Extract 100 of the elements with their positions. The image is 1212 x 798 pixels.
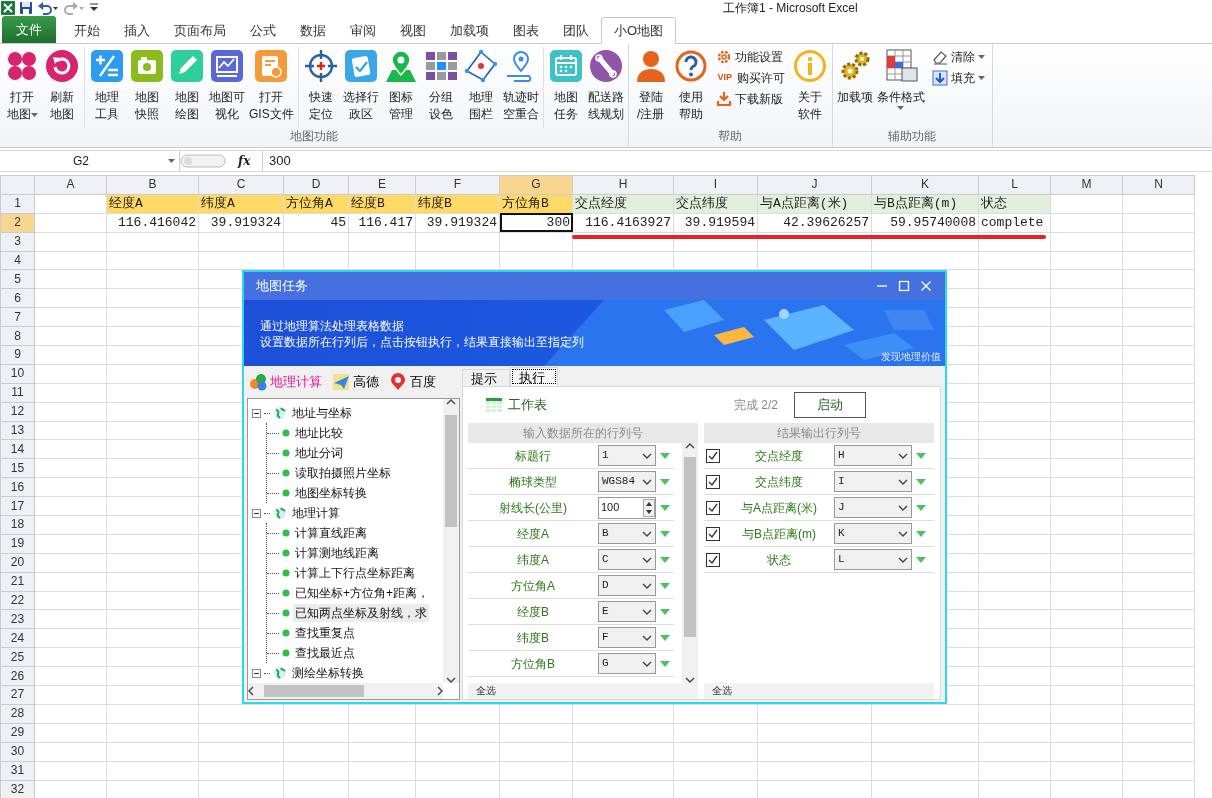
dropdown[interactable]: H bbox=[834, 445, 912, 466]
dropdown[interactable]: K bbox=[834, 523, 912, 544]
collapse-icon[interactable] bbox=[252, 668, 261, 678]
dropdown[interactable]: C bbox=[598, 549, 656, 570]
ribbon-tab[interactable]: 页面布局 bbox=[162, 19, 238, 43]
vertical-scrollbar[interactable] bbox=[682, 443, 698, 683]
ribbon-button[interactable]: 地图可 视化 bbox=[207, 47, 247, 125]
ribbon-button[interactable]: 分组 设色 bbox=[420, 47, 461, 125]
start-button[interactable]: 启动 bbox=[794, 392, 866, 418]
ribbon-button[interactable]: 地图 快照 bbox=[127, 47, 167, 125]
column-header[interactable]: M bbox=[1050, 175, 1123, 195]
function-button[interactable]: fx bbox=[238, 152, 254, 170]
tree-node[interactable]: 地址与坐标 bbox=[290, 404, 354, 422]
dropdown[interactable]: D bbox=[598, 575, 656, 596]
ribbon-button[interactable]: 打开 地图 bbox=[2, 47, 42, 125]
ribbon-button[interactable]: 打开 GIS文件 bbox=[247, 47, 296, 125]
ribbon-tab[interactable]: 图表 bbox=[501, 19, 551, 43]
ribbon-button[interactable]: 轨迹时 空重合 bbox=[500, 47, 541, 125]
checkbox[interactable] bbox=[706, 526, 720, 541]
ribbon-button[interactable]: 配送路 线规划 bbox=[585, 47, 626, 125]
dropdown[interactable]: F bbox=[598, 627, 656, 648]
horizontal-scrollbar[interactable] bbox=[248, 683, 443, 699]
ribbon-small-button[interactable]: VIP 购买许可 bbox=[713, 69, 787, 87]
table-cell[interactable]: 39.919594 bbox=[673, 213, 758, 233]
table-cell[interactable]: complete bbox=[978, 213, 1051, 233]
ribbon-tab[interactable]: 小O地图 bbox=[601, 17, 677, 44]
source-tab[interactable]: 百度 bbox=[387, 372, 438, 392]
table-cell[interactable]: 59.95740008 bbox=[871, 213, 979, 233]
column-header[interactable]: I bbox=[673, 175, 758, 195]
ribbon-small-button[interactable]: 功能设置 bbox=[713, 48, 787, 66]
tree-item[interactable]: 读取拍摄照片坐标 bbox=[293, 464, 393, 482]
tree-item[interactable]: 计算上下行点坐标距离 bbox=[293, 564, 417, 582]
column-header[interactable]: G bbox=[499, 175, 573, 195]
tab[interactable]: 执行 bbox=[510, 367, 558, 386]
column-header[interactable]: F bbox=[415, 175, 500, 195]
tree-item[interactable]: 已知坐标+方位角+距离， bbox=[293, 584, 431, 602]
spin-field[interactable]: 100 bbox=[598, 496, 656, 519]
tree-item[interactable]: 查找最近点 bbox=[293, 644, 357, 662]
column-header[interactable]: A bbox=[34, 175, 107, 195]
checkbox[interactable] bbox=[706, 500, 720, 515]
dropdown[interactable]: 1 bbox=[598, 445, 656, 466]
tree-item[interactable]: 地图坐标转换 bbox=[293, 484, 369, 502]
column-header[interactable]: E bbox=[348, 175, 416, 195]
file-tab[interactable]: 文件 bbox=[2, 16, 56, 43]
tab[interactable]: 提示 bbox=[462, 369, 510, 386]
dropdown[interactable]: I bbox=[834, 471, 912, 492]
tree-item[interactable]: 计算测地线距离 bbox=[293, 544, 381, 562]
ribbon-button[interactable]: 地图 绘图 bbox=[167, 47, 207, 125]
ribbon-tab[interactable]: 开始 bbox=[62, 19, 112, 43]
tree-item[interactable]: 已知两点坐标及射线，求 bbox=[293, 604, 429, 622]
column-header[interactable]: J bbox=[757, 175, 872, 195]
vertical-scrollbar[interactable] bbox=[443, 399, 459, 683]
checkbox[interactable] bbox=[706, 448, 720, 463]
ribbon-tab[interactable]: 加载项 bbox=[438, 19, 501, 43]
ribbon-button[interactable]: 快速 定位 bbox=[300, 47, 341, 125]
ribbon-button[interactable]: 加载项 bbox=[834, 47, 875, 108]
table-cell[interactable]: 39.919324 bbox=[198, 213, 284, 233]
tree-item[interactable]: 地址分词 bbox=[293, 444, 345, 462]
source-tab[interactable]: 高德 bbox=[330, 372, 381, 392]
ribbon-button[interactable]: 地理 围栏 bbox=[460, 47, 501, 125]
tree-item[interactable]: 查找重复点 bbox=[293, 624, 357, 642]
ribbon-button[interactable]: 地理 工具 bbox=[87, 47, 127, 125]
ribbon-button[interactable]: 条件格式 bbox=[874, 47, 927, 118]
ribbon-tab[interactable]: 团队 bbox=[551, 19, 601, 43]
ribbon-button[interactable]: 图标 管理 bbox=[380, 47, 421, 125]
column-header[interactable]: N bbox=[1122, 175, 1195, 195]
formula-field[interactable]: 300 bbox=[262, 151, 1212, 171]
tree-item[interactable]: 地址比较 bbox=[293, 424, 345, 442]
ribbon-tab[interactable]: 插入 bbox=[112, 19, 162, 43]
column-header[interactable]: C bbox=[198, 175, 284, 195]
table-cell[interactable]: 45 bbox=[283, 213, 349, 233]
dropdown[interactable]: B bbox=[598, 523, 656, 544]
column-header[interactable]: L bbox=[978, 175, 1051, 195]
ribbon-button[interactable]: 选择行 政区 bbox=[340, 47, 381, 125]
dropdown[interactable]: J bbox=[834, 497, 912, 518]
ribbon-small-button[interactable]: 填充 bbox=[929, 69, 987, 87]
checkbox[interactable] bbox=[706, 474, 720, 489]
tree-node[interactable]: 地理计算 bbox=[290, 504, 342, 522]
ribbon-tab[interactable]: 视图 bbox=[388, 19, 438, 43]
ribbon-tab[interactable]: 公式 bbox=[238, 19, 288, 43]
source-tab[interactable]: 地理计算 bbox=[247, 372, 324, 392]
table-cell[interactable]: 39.919324 bbox=[415, 213, 500, 233]
checkbox[interactable] bbox=[706, 552, 720, 567]
tree-node[interactable]: 测绘坐标转换 bbox=[290, 664, 366, 682]
ribbon-tab[interactable]: 审阅 bbox=[338, 19, 388, 43]
collapse-icon[interactable] bbox=[252, 508, 261, 518]
dropdown[interactable]: WGS84 bbox=[598, 471, 656, 492]
dropdown[interactable]: L bbox=[834, 549, 912, 570]
ribbon-tab[interactable]: 数据 bbox=[288, 19, 338, 43]
ribbon-small-button[interactable]: 下载新版 bbox=[713, 90, 787, 108]
table-cell[interactable]: 300 bbox=[499, 213, 573, 233]
ribbon-small-button[interactable]: 清除 bbox=[929, 48, 987, 66]
table-cell[interactable]: 116.417 bbox=[348, 213, 416, 233]
ribbon-button[interactable]: 刷新 地图 bbox=[42, 47, 82, 125]
column-header[interactable]: H bbox=[572, 175, 674, 195]
column-header[interactable]: D bbox=[283, 175, 349, 195]
dropdown[interactable]: E bbox=[598, 601, 656, 622]
column-header[interactable]: B bbox=[106, 175, 199, 195]
table-cell[interactable]: 116.4163927 bbox=[572, 213, 674, 233]
collapse-icon[interactable] bbox=[252, 408, 261, 418]
